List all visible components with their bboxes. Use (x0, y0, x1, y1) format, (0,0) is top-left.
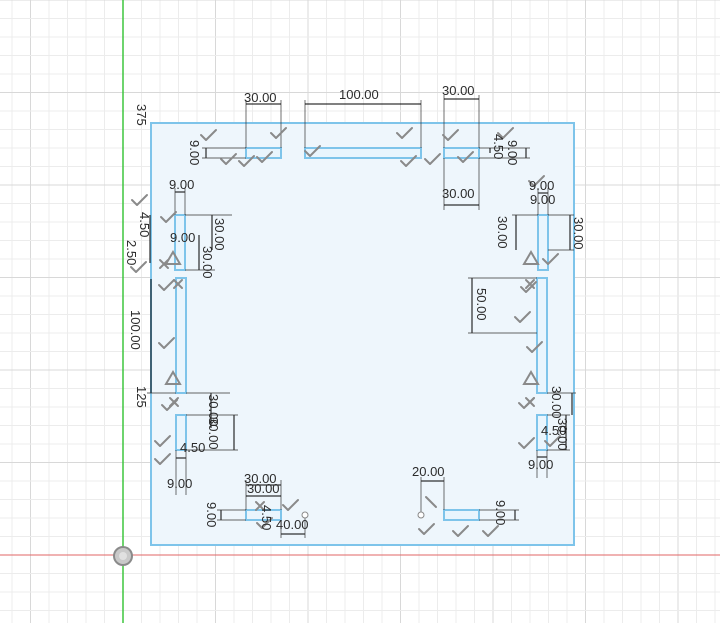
dimension-value[interactable]: 9.00 (505, 140, 520, 165)
dimension-value[interactable]: 30.00 (442, 186, 475, 201)
dimension-value[interactable]: 9.00 (530, 192, 555, 207)
dimension-value[interactable]: 4.50 (541, 423, 566, 438)
dimension-value[interactable]: 30.00 (247, 481, 280, 496)
dimension-value[interactable]: 30.00 (206, 417, 221, 450)
dimension-value[interactable]: 4.50 (180, 440, 205, 455)
slot-top-right[interactable] (443, 147, 480, 159)
dimension-value[interactable]: 30.00 (244, 90, 277, 105)
dimension-value[interactable]: 9.00 (187, 140, 202, 165)
dimension-value[interactable]: 100.00 (339, 87, 379, 102)
dimension-value[interactable]: 9.00 (529, 178, 554, 193)
slot-top-center[interactable] (304, 147, 422, 159)
dimension-value[interactable]: 4.50 (137, 212, 152, 237)
dimension-value[interactable]: 9.00 (167, 476, 192, 491)
slot-top-left[interactable] (245, 147, 282, 159)
dimension-value[interactable]: 100.00 (128, 310, 143, 350)
slot-left-long[interactable] (175, 277, 187, 394)
dimension-value[interactable]: 30.00 (200, 246, 215, 279)
slot-right-long[interactable] (536, 277, 548, 394)
sketch-canvas[interactable]: 375 125 30.00 100.00 30.00 30.00 9.00 9.… (0, 0, 720, 623)
dimension-value[interactable]: 30.00 (495, 216, 510, 249)
dimension-value[interactable]: 50.00 (474, 288, 489, 321)
dimension-value[interactable]: 9.00 (493, 500, 508, 525)
dimension-value[interactable]: 2.50 (124, 240, 139, 265)
origin-marker[interactable] (113, 546, 133, 566)
sketch-profile-rectangle[interactable] (150, 122, 575, 546)
dimension-value[interactable]: 40.00 (276, 517, 309, 532)
dimension-value[interactable]: 9.00 (204, 502, 219, 527)
dimension-value[interactable]: 30.00 (571, 217, 586, 250)
dimension-value[interactable]: 9.00 (170, 230, 195, 245)
dimension-value[interactable]: 4.50 (491, 134, 506, 159)
dimension-value[interactable]: 9.00 (528, 457, 553, 472)
dimension-value[interactable]: 20.00 (412, 464, 445, 479)
construction-point[interactable] (417, 511, 425, 519)
dimension-value[interactable]: 30.00 (549, 386, 564, 419)
dimension-value[interactable]: 9.00 (169, 177, 194, 192)
axis-label-125: 125 (134, 386, 149, 408)
dimension-value[interactable]: 30.00 (442, 83, 475, 98)
slot-bottom-right[interactable] (443, 509, 480, 521)
dimension-value[interactable]: 4.50 (259, 505, 274, 530)
axis-label-375: 375 (134, 104, 149, 126)
